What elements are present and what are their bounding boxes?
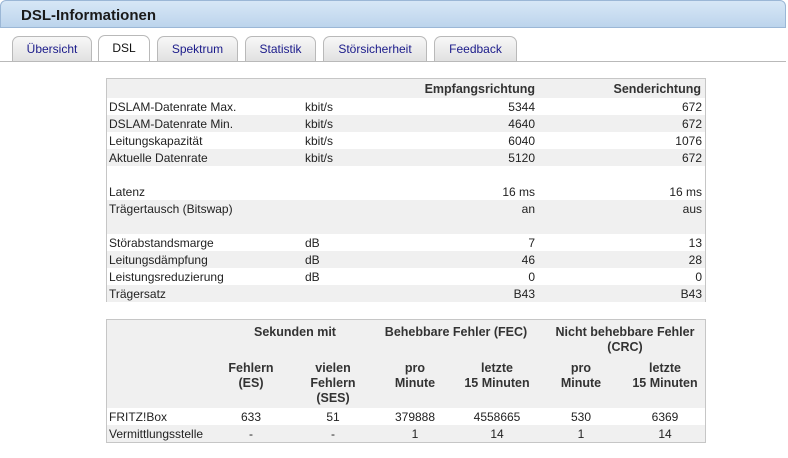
tab-statistik[interactable]: Statistik [245,36,316,61]
line-table-row: Störabstandsmarge dB 7 13 [107,234,705,251]
row-send-value: 672 [681,117,702,131]
row-send-value: 672 [681,151,702,165]
header-crc-line1: Nicht behebbare Fehler [555,325,695,339]
row-unit: kbit/s [305,151,334,165]
line-table-row: Latenz 16 ms 16 ms [107,183,705,200]
subheader-ses: vielen Fehlern (SES) [310,361,356,405]
row-label: DSLAM-Datenrate Min. [109,117,234,131]
subheader-fec-min: pro Minute [394,361,436,390]
tab-stoersicherheit[interactable]: Störsicherheit [323,36,427,61]
cell-crc-min: 530 [570,410,592,424]
row-unit: kbit/s [305,134,334,148]
row-receive-value: 5120 [508,151,535,165]
cell-fec-15: 4558665 [473,410,521,424]
row-send-value: 1076 [675,134,702,148]
row-label: Leitungskapazität [109,134,203,148]
line-table-row: Leistungsreduzierung dB 0 0 [107,268,705,285]
row-receive-value: 46 [521,253,535,267]
row-label: Leitungsdämpfung [109,253,208,267]
line-info-table: Empfangsrichtung Senderichtung DSLAM-Dat… [106,78,706,302]
line-table-row: Leitungskapazität kbit/s 6040 1076 [107,132,705,149]
title-bar: DSL-Informationen [0,0,786,28]
line-table-row: Aktuelle Datenrate kbit/s 5120 672 [107,149,705,166]
header-seconds: Sekunden mit [254,325,336,339]
tab-uebersicht[interactable]: Übersicht [12,36,92,61]
subheader-crc-15: letzte 15 Minuten [632,361,698,390]
row-send-value: 0 [695,270,702,284]
row-send-value: 16 ms [669,185,702,199]
cell-fec-min: 379888 [394,410,436,424]
row-label: Trägersatz [109,287,166,301]
line-table-row: DSLAM-Datenrate Min. kbit/s 4640 672 [107,115,705,132]
row-receive-value: an [521,202,535,216]
row-unit: kbit/s [305,117,334,131]
spacer-row [107,166,705,183]
row-send-value: 13 [688,236,702,250]
line-table-row: Leitungsdämpfung dB 46 28 [107,251,705,268]
error-table-row: FRITZ!Box 633 51 379888 4558665 530 6369 [107,408,705,425]
row-unit: kbit/s [305,100,334,114]
subheader-crc-min: pro Minute [560,361,602,390]
row-label: Aktuelle Datenrate [109,151,208,165]
cell-es: 633 [240,410,262,424]
page-title: DSL-Informationen [21,7,156,24]
row-label: Trägertausch (Bitswap) [109,202,233,216]
header-fec: Behebbare Fehler (FEC) [384,325,528,339]
cell-ses: 51 [326,410,340,424]
spacer-row [107,217,705,234]
cell-crc-min: 1 [577,427,585,441]
header-send: Senderichtung [613,82,701,96]
row-send-value: 672 [681,100,702,114]
line-table-header: Empfangsrichtung Senderichtung [107,79,705,98]
row-unit: dB [305,236,320,250]
row-label: FRITZ!Box [109,410,168,424]
row-label: Störabstandsmarge [109,236,214,250]
line-table-row: Trägersatz B43 B43 [107,285,705,302]
cell-ses: - [331,427,335,441]
row-receive-value: 16 ms [502,185,535,199]
row-receive-value: B43 [513,287,535,301]
subheader-es: Fehlern (ES) [228,361,274,390]
line-table-row: DSLAM-Datenrate Max. kbit/s 5344 672 [107,98,705,115]
row-send-value: aus [682,202,702,216]
tab-dsl[interactable]: DSL [98,35,150,62]
tab-spektrum[interactable]: Spektrum [157,36,238,61]
row-label: Leistungsreduzierung [109,270,224,284]
row-receive-value: 0 [528,270,535,284]
tab-feedback[interactable]: Feedback [434,36,517,61]
error-table-row: Vermittlungsstelle - - 1 14 1 14 [107,425,705,442]
row-label: DSLAM-Datenrate Max. [109,100,237,114]
error-table-header: Sekunden mit Behebbare Fehler (FEC) Nich… [107,320,705,408]
cell-crc-15: 6369 [651,410,679,424]
error-statistics-table: Sekunden mit Behebbare Fehler (FEC) Nich… [106,319,706,443]
header-crc-line2: (CRC) [607,340,643,354]
row-label: Latenz [109,185,146,199]
row-unit: dB [305,270,320,284]
cell-fec-min: 1 [411,427,419,441]
row-receive-value: 5344 [508,100,535,114]
cell-fec-15: 14 [490,427,504,441]
cell-crc-15: 14 [658,427,672,441]
cell-es: - [249,427,253,441]
row-send-value: B43 [680,287,702,301]
line-table-row: Trägertausch (Bitswap) an aus [107,200,705,217]
row-receive-value: 4640 [508,117,535,131]
row-receive-value: 7 [528,236,535,250]
row-send-value: 28 [688,253,702,267]
row-receive-value: 6040 [508,134,535,148]
tab-divider [0,61,786,62]
header-receive: Empfangsrichtung [424,82,535,96]
row-unit: dB [305,253,320,267]
row-label: Vermittlungsstelle [109,427,204,441]
subheader-fec-15: letzte 15 Minuten [464,361,530,390]
